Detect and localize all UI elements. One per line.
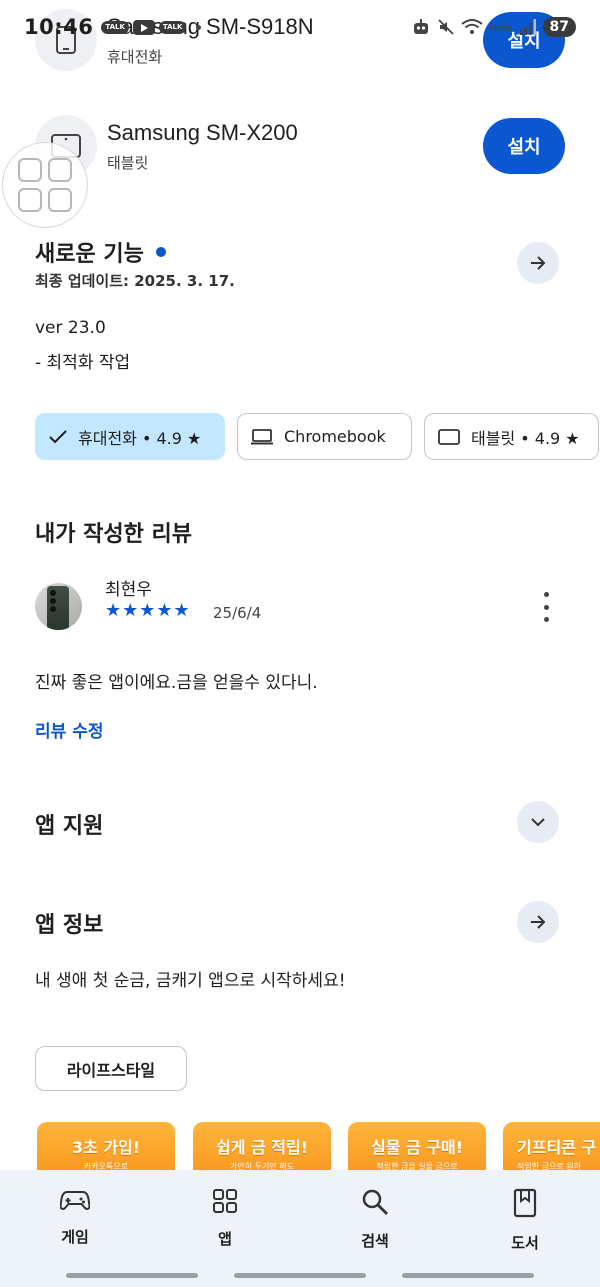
nav-item-search[interactable]: 검색: [300, 1170, 450, 1287]
nav-label: 도서: [511, 1234, 539, 1252]
gamepad-icon: [60, 1191, 90, 1210]
chip-label: 태블릿 • 4.9 ★: [471, 428, 580, 448]
app-support-expand-button[interactable]: [517, 801, 559, 843]
grid-square-icon: [18, 158, 42, 182]
review-text: 진짜 좋은 앱이에요.금을 얻을수 있다니.: [35, 673, 318, 693]
floating-menu-button[interactable]: [2, 142, 88, 228]
chip-chromebook[interactable]: Chromebook: [237, 413, 412, 460]
more-notifications-dot: [196, 24, 202, 30]
device-row-tablet: Samsung SM-X200 태블릿 설치: [35, 110, 565, 182]
arrow-right-icon: [531, 256, 546, 270]
book-icon: [513, 1188, 537, 1218]
install-button[interactable]: 설치: [483, 118, 565, 174]
promo-title: 쉽게 금 적립!: [215, 1138, 309, 1157]
review-date: 25/6/4: [213, 604, 262, 622]
avatar-camera-image: [50, 590, 56, 596]
app-support-title: 앱 지원: [35, 814, 104, 839]
category-chip[interactable]: 라이프스타일: [35, 1046, 187, 1091]
chip-phone[interactable]: 휴대전화 • 4.9 ★: [35, 413, 225, 460]
grid-square-icon: [18, 188, 42, 212]
whats-new-arrow-button[interactable]: [517, 242, 559, 284]
gesture-bar: [66, 1273, 198, 1278]
app-info-title: 앱 정보: [35, 913, 104, 938]
svg-text:Volte: Volte: [489, 24, 512, 34]
version-text: ver 23.0: [35, 318, 106, 338]
mute-icon: [437, 19, 454, 35]
notification-icons: TALK TALK: [101, 19, 202, 35]
last-updated: 최종 업데이트: 2025. 3. 17.: [35, 272, 235, 290]
chip-label: Chromebook: [284, 427, 386, 446]
app-info-arrow-button[interactable]: [517, 901, 559, 943]
reviewer-name: 최현우: [105, 580, 152, 600]
device-name: Samsung SM-X200: [107, 119, 298, 145]
promo-title: 3초 가입!: [71, 1138, 141, 1157]
status-bar: 10:46 TALK TALK Volte 87: [0, 0, 600, 54]
volte-icon: Volte: [489, 24, 512, 34]
app-description: 내 생애 첫 순금, 금캐기 앱으로 시작하세요!: [35, 971, 346, 991]
edit-review-link[interactable]: 리뷰 수정: [35, 717, 103, 742]
arrow-right-icon: [531, 915, 546, 929]
chip-tablet[interactable]: 태블릿 • 4.9 ★: [424, 413, 599, 460]
system-icons: Volte 87: [411, 17, 576, 37]
device-info: Samsung SM-X200 태블릿: [107, 120, 483, 173]
grid-square-icon: [48, 158, 72, 182]
my-review-title: 내가 작성한 리뷰: [35, 522, 192, 547]
nav-item-games[interactable]: 게임: [0, 1170, 150, 1287]
whats-new-title: 새로운 기능: [35, 236, 166, 268]
release-notes: - 최적화 작업: [35, 353, 131, 373]
clock: 10:46: [24, 15, 94, 39]
kakaotalk-icon: TALK: [101, 20, 129, 34]
tablet-icon: [437, 428, 461, 446]
avatar[interactable]: [35, 583, 82, 630]
gesture-bar: [402, 1273, 534, 1278]
whats-new-title-text: 새로운 기능: [35, 242, 144, 267]
nav-label: 검색: [361, 1232, 389, 1250]
youtube-icon: [132, 19, 155, 35]
apps-grid-icon: [213, 1189, 237, 1213]
laptop-icon: [250, 428, 274, 446]
robot-icon: [413, 19, 428, 34]
promo-title: 실물 금 구매!: [370, 1138, 464, 1157]
battery-icon: 87: [542, 17, 576, 37]
more-options-icon[interactable]: [534, 592, 558, 622]
nav-item-apps[interactable]: 앱: [150, 1170, 300, 1287]
checkmark-icon: [48, 429, 68, 445]
promo-title: 기프티콘 구: [517, 1138, 597, 1157]
gesture-bar: [234, 1273, 366, 1278]
wifi-icon: [460, 19, 483, 34]
kakaotalk-icon: TALK: [158, 20, 187, 34]
grid-square-icon: [48, 188, 72, 212]
bottom-navigation: 게임 앱 검색 도서: [0, 1170, 600, 1287]
chevron-down-icon: [531, 818, 545, 827]
star-rating: ★★★★★: [105, 600, 191, 621]
new-indicator-dot: [155, 247, 166, 257]
device-type: 태블릿: [107, 153, 149, 172]
nav-label: 앱: [218, 1230, 232, 1248]
chip-label: 휴대전화 • 4.9 ★: [78, 428, 202, 448]
nav-item-books[interactable]: 도서: [450, 1170, 600, 1287]
nav-label: 게임: [61, 1228, 89, 1246]
signal-icon: [519, 19, 536, 35]
search-icon: [362, 1189, 388, 1215]
